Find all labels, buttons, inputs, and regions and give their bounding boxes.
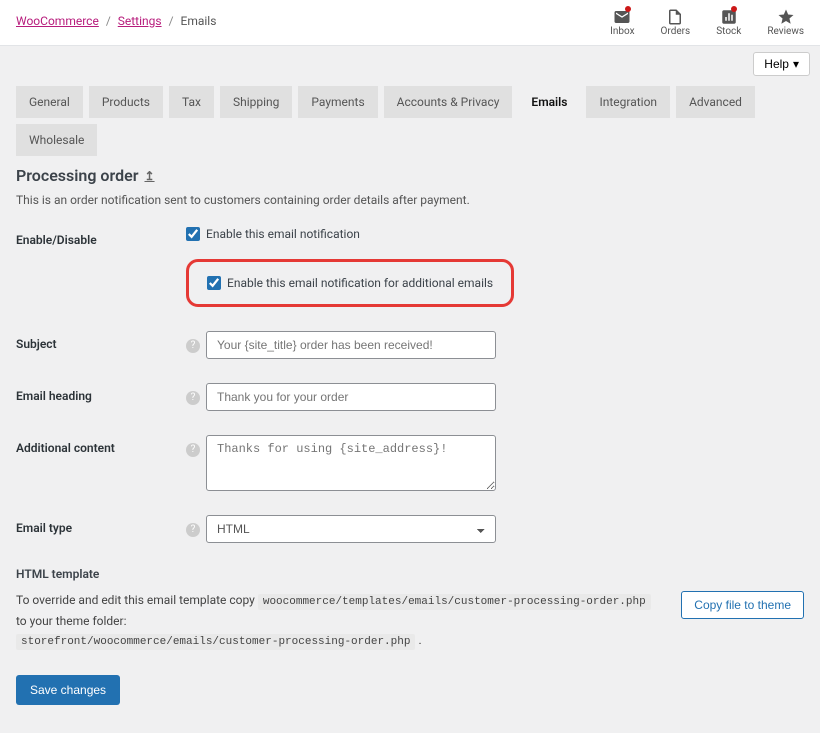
template-section-title: HTML template bbox=[16, 567, 804, 581]
template-dest-path: storefront/woocommerce/emails/customer-p… bbox=[16, 634, 415, 650]
chevron-down-icon: ▾ bbox=[793, 57, 799, 71]
reviews-button[interactable]: Reviews bbox=[767, 8, 804, 37]
breadcrumb-current: Emails bbox=[181, 14, 217, 28]
tab-payments[interactable]: Payments bbox=[298, 86, 377, 118]
stock-button[interactable]: Stock bbox=[716, 8, 741, 37]
help-icon[interactable]: ? bbox=[186, 523, 200, 537]
help-icon[interactable]: ? bbox=[186, 339, 200, 353]
email-type-label: Email type bbox=[16, 515, 186, 535]
highlighted-option: Enable this email notification for addit… bbox=[186, 259, 514, 307]
orders-button[interactable]: Orders bbox=[661, 8, 691, 37]
enable-notification-checkbox[interactable] bbox=[186, 227, 200, 241]
tab-products[interactable]: Products bbox=[89, 86, 163, 118]
settings-tabs: GeneralProductsTaxShippingPaymentsAccoun… bbox=[16, 86, 804, 156]
tab-emails[interactable]: Emails bbox=[518, 86, 580, 118]
orders-icon bbox=[666, 8, 684, 26]
help-icon[interactable]: ? bbox=[186, 391, 200, 405]
subject-input[interactable] bbox=[206, 331, 496, 359]
save-changes-button[interactable]: Save changes bbox=[16, 675, 120, 705]
subject-label: Subject bbox=[16, 331, 186, 351]
enable-notification-checkbox-wrap[interactable]: Enable this email notification bbox=[186, 227, 804, 241]
heading-label: Email heading bbox=[16, 383, 186, 403]
back-arrow-icon[interactable]: ↥ bbox=[144, 169, 154, 183]
page-title: Processing order ↥ bbox=[16, 166, 804, 185]
additional-content-textarea[interactable] bbox=[206, 435, 496, 491]
email-type-select[interactable]: HTML bbox=[206, 515, 496, 543]
tab-accounts-privacy[interactable]: Accounts & Privacy bbox=[384, 86, 513, 118]
enable-additional-checkbox-wrap[interactable]: Enable this email notification for addit… bbox=[207, 276, 493, 290]
tab-tax[interactable]: Tax bbox=[169, 86, 214, 118]
copy-file-button[interactable]: Copy file to theme bbox=[681, 591, 804, 619]
page-description: This is an order notification sent to cu… bbox=[16, 193, 804, 207]
help-toggle-button[interactable]: Help ▾ bbox=[753, 52, 810, 76]
star-icon bbox=[777, 8, 795, 26]
tab-general[interactable]: General bbox=[16, 86, 83, 118]
heading-input[interactable] bbox=[206, 383, 496, 411]
enable-label: Enable/Disable bbox=[16, 227, 186, 247]
inbox-button[interactable]: Inbox bbox=[610, 8, 634, 37]
help-icon[interactable]: ? bbox=[186, 443, 200, 457]
template-source-path: woocommerce/templates/emails/customer-pr… bbox=[258, 594, 651, 610]
breadcrumb: WooCommerce / Settings / Emails bbox=[16, 8, 216, 28]
tab-advanced[interactable]: Advanced bbox=[676, 86, 755, 118]
notification-dot-icon bbox=[625, 6, 631, 12]
additional-content-label: Additional content bbox=[16, 435, 186, 455]
breadcrumb-settings[interactable]: Settings bbox=[118, 14, 162, 28]
tab-shipping[interactable]: Shipping bbox=[220, 86, 292, 118]
tab-integration[interactable]: Integration bbox=[586, 86, 670, 118]
breadcrumb-root[interactable]: WooCommerce bbox=[16, 14, 99, 28]
template-instructions: To override and edit this email template… bbox=[16, 591, 661, 651]
tab-wholesale[interactable]: Wholesale bbox=[16, 124, 97, 156]
enable-additional-checkbox[interactable] bbox=[207, 276, 221, 290]
